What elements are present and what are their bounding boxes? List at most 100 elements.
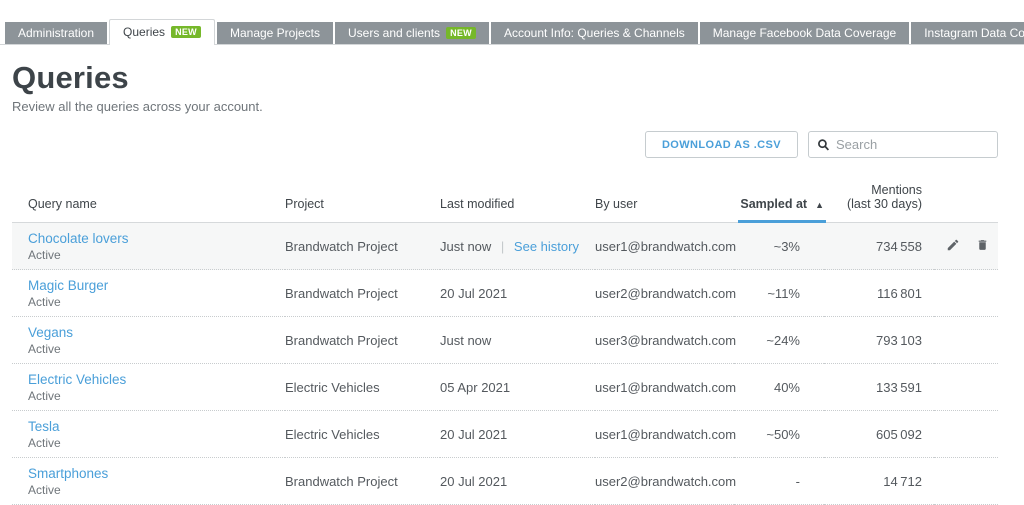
- tab-label: Manage Projects: [230, 26, 320, 40]
- download-csv-button[interactable]: DOWNLOAD AS .CSV: [645, 131, 798, 158]
- sort-asc-icon: ▲: [815, 200, 824, 210]
- sampled-at-cell: ~50%: [734, 411, 824, 458]
- query-name-cell: Chocolate lovers Active: [12, 223, 285, 270]
- mentions-cell: 14 712: [824, 458, 934, 505]
- project-cell: Electric Vehicles: [285, 364, 440, 411]
- query-name-cell: Tesla Active: [12, 411, 285, 458]
- last-modified-text: Just now: [440, 239, 491, 254]
- separator: |: [497, 239, 508, 254]
- last-modified-text: 20 Jul 2021: [440, 286, 507, 301]
- row-actions: [934, 364, 998, 411]
- table-row: Magic Burger Active Brandwatch Project 2…: [12, 270, 998, 317]
- sampled-at-label: Sampled at: [740, 197, 807, 211]
- table-header-row: Query name Project Last modified By user…: [12, 183, 998, 223]
- last-modified-cell: 20 Jul 2021: [440, 411, 595, 458]
- table-body: Chocolate lovers Active Brandwatch Proje…: [12, 223, 998, 505]
- mentions-label-line1: Mentions: [824, 183, 922, 197]
- by-user-cell: user1@brandwatch.com: [595, 364, 734, 411]
- mentions-cell: 133 591: [824, 364, 934, 411]
- row-actions: [934, 270, 998, 317]
- last-modified-cell: Just now | See history: [440, 223, 595, 270]
- tab-label: Users and clients: [348, 26, 440, 40]
- query-status: Active: [28, 483, 285, 497]
- last-modified-cell: 05 Apr 2021: [440, 364, 595, 411]
- project-cell: Electric Vehicles: [285, 411, 440, 458]
- query-name-cell: Magic Burger Active: [12, 270, 285, 317]
- tab-label: Account Info: Queries & Channels: [504, 26, 685, 40]
- page-subtitle: Review all the queries across your accou…: [12, 99, 998, 114]
- sort-active-underline: [738, 220, 826, 223]
- query-status: Active: [28, 436, 285, 450]
- column-header-mentions[interactable]: Mentions (last 30 days): [824, 183, 934, 223]
- mentions-cell: 605 092: [824, 411, 934, 458]
- tab-queries[interactable]: Queries NEW: [109, 19, 215, 45]
- table-row: Vegans Active Brandwatch Project Just no…: [12, 317, 998, 364]
- tab-label: Manage Facebook Data Coverage: [713, 26, 896, 40]
- table-row: Tesla Active Electric Vehicles 20 Jul 20…: [12, 411, 998, 458]
- column-header-sampled-at[interactable]: Sampled at ▲: [734, 183, 824, 223]
- row-actions: [934, 458, 998, 505]
- last-modified-text: 05 Apr 2021: [440, 380, 510, 395]
- toolbar: DOWNLOAD AS .CSV: [12, 131, 998, 158]
- mentions-cell: 116 801: [824, 270, 934, 317]
- search-input[interactable]: [836, 137, 989, 152]
- query-name-link[interactable]: Electric Vehicles: [28, 372, 126, 387]
- query-status: Active: [28, 389, 285, 403]
- new-badge: NEW: [446, 27, 476, 39]
- last-modified-cell: Just now: [440, 317, 595, 364]
- query-name-link[interactable]: Smartphones: [28, 466, 108, 481]
- query-name-link[interactable]: Chocolate lovers: [28, 231, 129, 246]
- last-modified-cell: 20 Jul 2021: [440, 458, 595, 505]
- project-cell: Brandwatch Project: [285, 223, 440, 270]
- column-header-last-modified[interactable]: Last modified: [440, 183, 595, 223]
- query-status: Active: [28, 342, 285, 356]
- by-user-cell: user3@brandwatch.com: [595, 317, 734, 364]
- column-header-query-name[interactable]: Query name: [12, 183, 285, 223]
- table-row: Electric Vehicles Active Electric Vehicl…: [12, 364, 998, 411]
- tab-administration[interactable]: Administration: [5, 22, 107, 44]
- tab-label: Queries: [123, 25, 165, 39]
- column-header-by-user[interactable]: By user: [595, 183, 734, 223]
- new-badge: NEW: [171, 26, 201, 38]
- sampled-at-cell: 40%: [734, 364, 824, 411]
- table-row: Smartphones Active Brandwatch Project 20…: [12, 458, 998, 505]
- project-cell: Brandwatch Project: [285, 317, 440, 364]
- sampled-at-cell: ~24%: [734, 317, 824, 364]
- row-actions: [934, 223, 998, 270]
- column-header-project[interactable]: Project: [285, 183, 440, 223]
- query-name-cell: Smartphones Active: [12, 458, 285, 505]
- last-modified-text: 20 Jul 2021: [440, 427, 507, 442]
- tab-account-info-queries-channels[interactable]: Account Info: Queries & Channels: [491, 22, 698, 44]
- tab-bar: Administration Queries NEW Manage Projec…: [0, 21, 1024, 45]
- tab-manage-projects[interactable]: Manage Projects: [217, 22, 333, 44]
- project-cell: Brandwatch Project: [285, 458, 440, 505]
- row-actions: [934, 317, 998, 364]
- mentions-label-line2: (last 30 days): [824, 197, 922, 211]
- tab-manage-facebook-data-coverage[interactable]: Manage Facebook Data Coverage: [700, 22, 909, 44]
- tab-instagram-data-coverage[interactable]: Instagram Data Coverage: [911, 22, 1024, 44]
- last-modified-cell: 20 Jul 2021: [440, 270, 595, 317]
- sampled-at-cell: ~11%: [734, 270, 824, 317]
- edit-icon[interactable]: [946, 238, 960, 255]
- query-name-cell: Electric Vehicles Active: [12, 364, 285, 411]
- column-header-actions: [934, 183, 998, 223]
- query-status: Active: [28, 248, 285, 262]
- search-box: [808, 131, 998, 158]
- row-actions: [934, 411, 998, 458]
- see-history-link[interactable]: See history: [514, 239, 579, 254]
- query-name-link[interactable]: Magic Burger: [28, 278, 108, 293]
- sampled-at-cell: -: [734, 458, 824, 505]
- mentions-cell: 734 558: [824, 223, 934, 270]
- last-modified-text: 20 Jul 2021: [440, 474, 507, 489]
- last-modified-text: Just now: [440, 333, 491, 348]
- sampled-at-cell: ~3%: [734, 223, 824, 270]
- tab-users-and-clients[interactable]: Users and clients NEW: [335, 22, 489, 44]
- tab-label: Administration: [18, 26, 94, 40]
- by-user-cell: user1@brandwatch.com: [595, 223, 734, 270]
- by-user-cell: user2@brandwatch.com: [595, 270, 734, 317]
- by-user-cell: user1@brandwatch.com: [595, 411, 734, 458]
- delete-icon[interactable]: [976, 238, 989, 255]
- query-name-link[interactable]: Tesla: [28, 419, 60, 434]
- page-title: Queries: [12, 60, 998, 96]
- query-name-link[interactable]: Vegans: [28, 325, 73, 340]
